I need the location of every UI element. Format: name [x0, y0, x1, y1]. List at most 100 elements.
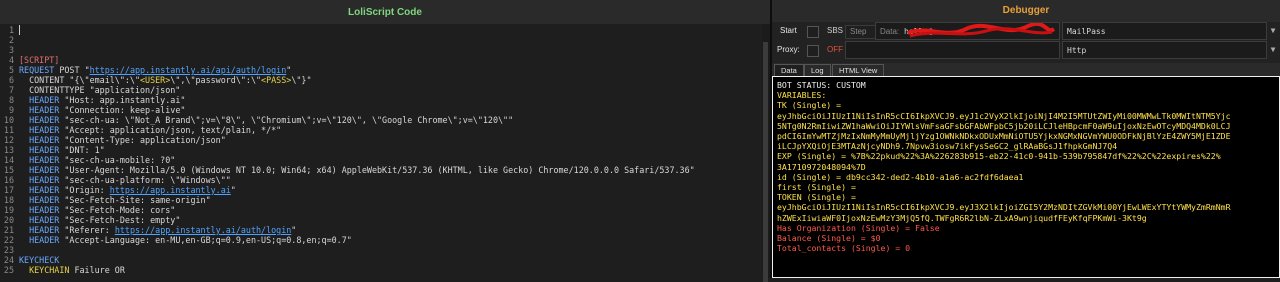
code-token: HEADER: [19, 215, 60, 225]
code-token: HEADER: [19, 105, 60, 115]
code-line[interactable]: 5 REQUEST POST "https://app.instantly.ai/…: [0, 65, 760, 75]
proxy-checkbox[interactable]: [807, 45, 819, 57]
line-number: 15: [3, 165, 14, 175]
code-token: "Referer:: [59, 225, 115, 235]
output-line: Has Organization (Single) = False: [777, 222, 940, 233]
code-token: <PASS>: [261, 75, 292, 85]
code-token: HEADER: [19, 115, 60, 125]
output-line: TK (Single) =: [777, 100, 842, 111]
code-line[interactable]: 21 HEADER "Referer: https://app.instantl…: [0, 225, 760, 235]
output-line: eyJhbGciOiJIUzI1NiIsInR5cCI6IkpXVCJ9.eyJ…: [777, 110, 1231, 121]
code-token: "Accept: application/json, text/plain, *…: [59, 125, 282, 135]
debugger-panel: Debugger Start SBS Step Data: hello@… Ma…: [772, 0, 1280, 278]
debugger-output[interactable]: BOT STATUS: CUSTOM VARIABLES: TK (Single) …: [772, 76, 1280, 278]
code-line[interactable]: 24 KEYCHECK: [0, 255, 760, 265]
loliscript-panel: LoliScript Code 1 2 3 4 [SCRIPT] 5 REQUEST POS…: [0, 0, 770, 282]
line-number: 1: [8, 25, 14, 35]
start-button[interactable]: Start: [780, 22, 797, 40]
code-editor[interactable]: 1 2 3 4 [SCRIPT] 5 REQUEST POST "https://app.i…: [0, 24, 762, 278]
code-line[interactable]: 17 HEADER "Origin: https://app.instantly…: [0, 185, 760, 195]
code-token: "Sec-Fetch-Site: same-origin": [59, 195, 211, 205]
proxy-type-value: Http: [1067, 46, 1087, 55]
code-token: "sec-ch-ua-mobile: ?0": [59, 155, 176, 165]
proxy-type-select[interactable]: Http: [1062, 41, 1267, 59]
code-token: KEYCHAIN: [19, 265, 70, 275]
line-number: 9: [8, 105, 14, 115]
code-line[interactable]: 1: [0, 25, 760, 35]
code-token: "User-Agent: Mozilla/5.0 (Windows NT 10.…: [59, 165, 695, 175]
code-token: "Origin:: [59, 185, 110, 195]
line-number: 11: [3, 125, 14, 135]
proxy-label: Proxy:: [777, 45, 800, 54]
code-token: "Host: app.instantly.ai": [59, 95, 186, 105]
code-line[interactable]: 6 CONTENT "{\"email\":\"<USER>\",\"passw…: [0, 75, 760, 85]
output-line: 5NTg0N2RmIiwiZW1haWwiOiJIYWlsVmFsaGFsbGF…: [777, 120, 1231, 131]
step-label: Step: [850, 27, 867, 36]
code-line[interactable]: 9 HEADER "Connection: keep-alive": [0, 105, 760, 115]
code-line[interactable]: 12 HEADER "Content-Type: application/jso…: [0, 135, 760, 145]
config-type-value: MailPass: [1067, 27, 1106, 36]
code-token: HEADER: [19, 95, 60, 105]
line-number: 20: [3, 215, 14, 225]
code-line[interactable]: 8 HEADER "Host: app.instantly.ai": [0, 95, 760, 105]
code-line[interactable]: 4 [SCRIPT]: [0, 55, 760, 65]
code-line[interactable]: 13 HEADER "DNT: 1": [0, 145, 760, 155]
chevron-down-icon[interactable]: ▼: [1268, 22, 1278, 40]
line-number: 6: [8, 75, 14, 85]
code-line[interactable]: 15 HEADER "User-Agent: Mozilla/5.0 (Wind…: [0, 165, 760, 175]
output-line: pdCI6ImYwMTZjMzIxNmMyMmUyMjljYzg1OWNkNDk…: [777, 131, 1231, 141]
panel-title: LoliScript Code: [0, 0, 770, 24]
url-link[interactable]: https://app.instantly.ai: [110, 185, 231, 195]
line-number: 3: [8, 45, 14, 55]
url-link[interactable]: https://app.instantly.ai/api/auth/login: [90, 65, 287, 75]
url-link[interactable]: https://app.instantly.ai/auth/login: [115, 225, 291, 235]
start-checkbox[interactable]: [807, 26, 819, 38]
proxy-state: OFF: [827, 45, 843, 54]
data-input[interactable]: Data: hello@…: [875, 22, 1060, 40]
code-line[interactable]: 16 HEADER "sec-ch-ua-platform: \"Windows…: [0, 175, 760, 185]
code-token: ": [291, 225, 297, 235]
code-line[interactable]: 7 CONTENTTYPE "application/json": [0, 85, 760, 95]
code-token: "sec-ch-ua-platform: \"Windows\"": [59, 175, 231, 185]
line-number: 17: [3, 185, 14, 195]
code-token: KEYCHECK: [19, 255, 60, 265]
scrollbar-thumb[interactable]: [763, 42, 768, 282]
code-line[interactable]: 19 HEADER "Sec-Fetch-Mode: cors": [0, 205, 760, 215]
code-token: POST: [54, 65, 85, 75]
code-line[interactable]: 23: [0, 245, 760, 255]
editor-scrollbar[interactable]: [762, 24, 770, 282]
output-line: EXP (Single) = %7B%22pkud%22%3A%226283b9…: [777, 151, 1221, 162]
output-line: id (Single) = db9cc342-ded2-4b10-a1a6-ac…: [777, 171, 1024, 182]
data-label: Data:: [880, 27, 900, 36]
output-line: first (Single) =: [777, 182, 856, 192]
line-number: 8: [8, 95, 14, 105]
code-token: HEADER: [19, 205, 60, 215]
code-token: HEADER: [19, 195, 60, 205]
output-line: Total_contacts (Single) = 0: [777, 243, 911, 254]
code-token: REQUEST: [19, 65, 55, 75]
chevron-down-icon[interactable]: ▼: [1268, 41, 1278, 59]
code-token: HEADER: [19, 225, 60, 235]
code-line[interactable]: 10 HEADER "sec-ch-ua: \"Not_A Brand\";v=…: [0, 115, 760, 125]
code-line[interactable]: 3: [0, 45, 760, 55]
code-line[interactable]: 25 KEYCHAIN Failure OR: [0, 265, 760, 275]
output-line: TOKEN (Single) =: [777, 192, 856, 203]
line-number: 10: [3, 115, 14, 125]
code-line[interactable]: 22 HEADER "Accept-Language: en-MU,en-GB;…: [0, 235, 760, 245]
code-line[interactable]: 2: [0, 35, 760, 45]
code-line[interactable]: 14 HEADER "sec-ch-ua-mobile: ?0": [0, 155, 760, 165]
config-type-select[interactable]: MailPass: [1062, 22, 1267, 40]
line-number: 13: [3, 145, 14, 155]
code-token: "Content-Type: application/json": [59, 135, 226, 145]
output-line: eyJhbGciOiJIUzI1NiIsInR5cCI6IkpXVCJ9.eyJ…: [777, 202, 1231, 213]
code-token: Failure OR: [69, 265, 125, 275]
code-line[interactable]: 20 HEADER "Sec-Fetch-Dest: empty": [0, 215, 760, 225]
code-token: \",\"password\":\": [170, 75, 262, 85]
debugger-title: Debugger: [772, 0, 1280, 22]
code-token: CONTENT "{\"email\":\": [19, 75, 141, 85]
code-line[interactable]: 18 HEADER "Sec-Fetch-Site: same-origin": [0, 195, 760, 205]
proxy-input[interactable]: [845, 41, 1060, 59]
line-number: 5: [8, 65, 14, 75]
text-cursor: [19, 25, 20, 35]
code-line[interactable]: 11 HEADER "Accept: application/json, tex…: [0, 125, 760, 135]
